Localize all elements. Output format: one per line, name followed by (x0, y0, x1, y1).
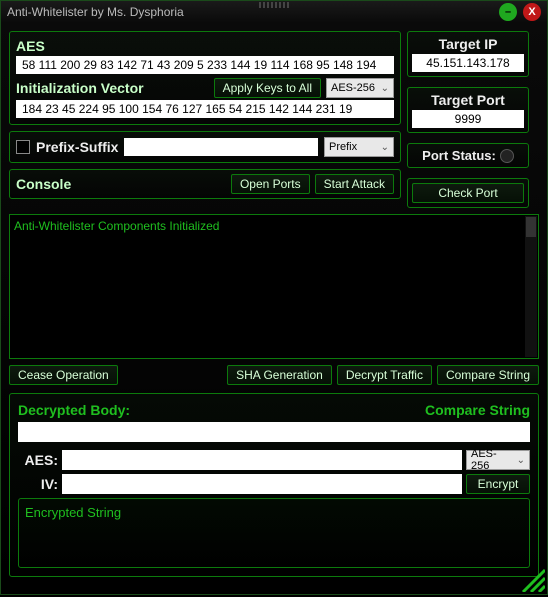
open-ports-button[interactable]: Open Ports (231, 174, 310, 194)
target-ip-input[interactable] (412, 54, 524, 72)
apply-keys-button[interactable]: Apply Keys to All (214, 78, 321, 98)
decrypted-body-input[interactable] (18, 422, 530, 442)
crypto-panel: Decrypted Body: Compare String AES: AES-… (9, 393, 539, 577)
encrypted-string-box: Encrypted String (18, 498, 530, 568)
aes-label: AES (16, 38, 394, 54)
encrypted-string-label: Encrypted String (25, 505, 121, 520)
prefix-label: Prefix-Suffix (36, 139, 118, 155)
prefix-input[interactable] (124, 138, 318, 156)
aes-key-input[interactable] (16, 56, 394, 74)
decrypted-body-label: Decrypted Body: (18, 402, 130, 418)
prefix-checkbox[interactable] (16, 140, 30, 154)
iv-input[interactable] (16, 100, 394, 118)
port-status-panel: Port Status: (407, 143, 529, 168)
crypto-aes-label: AES: (18, 452, 58, 468)
console-header: Console Open Ports Start Attack (9, 169, 401, 199)
minimize-button[interactable]: – (499, 3, 517, 21)
compare-string-button[interactable]: Compare String (437, 365, 539, 385)
decrypt-traffic-button[interactable]: Decrypt Traffic (337, 365, 432, 385)
aes-mode-select[interactable]: AES-256 (326, 78, 394, 98)
check-port-panel: Check Port (407, 178, 529, 208)
target-port-input[interactable] (412, 110, 524, 128)
aes-panel: AES Initialization Vector Apply Keys to … (9, 31, 401, 125)
cease-operation-button[interactable]: Cease Operation (9, 365, 118, 385)
encrypt-button[interactable]: Encrypt (466, 474, 530, 494)
app-window: Anti-Whitelister by Ms. Dysphoria – X AE… (0, 0, 548, 595)
crypto-iv-label: IV: (18, 476, 58, 492)
start-attack-button[interactable]: Start Attack (315, 174, 394, 194)
crypto-aes-input[interactable] (62, 450, 462, 470)
crypto-iv-input[interactable] (62, 474, 462, 494)
scrollbar-thumb[interactable] (526, 217, 536, 237)
prefix-panel: Prefix-Suffix Prefix (9, 131, 401, 163)
target-port-panel: Target Port (407, 87, 529, 133)
console-line: Anti-Whitelister Components Initialized (14, 219, 534, 233)
target-port-label: Target Port (412, 92, 524, 108)
port-status-lamp (500, 149, 514, 163)
target-ip-label: Target IP (412, 36, 524, 52)
console-label: Console (16, 176, 71, 192)
check-port-button[interactable]: Check Port (412, 183, 524, 203)
port-status-label: Port Status: (422, 148, 496, 163)
console-scrollbar[interactable] (525, 216, 537, 357)
crypto-aes-mode-select[interactable]: AES-256 (466, 450, 530, 470)
console-output[interactable]: Anti-Whitelister Components Initialized (9, 214, 539, 359)
titlebar-grip[interactable] (259, 2, 289, 8)
window-title: Anti-Whitelister by Ms. Dysphoria (7, 5, 184, 19)
iv-label: Initialization Vector (16, 80, 144, 96)
sha-generation-button[interactable]: SHA Generation (227, 365, 332, 385)
prefix-mode-select[interactable]: Prefix (324, 137, 394, 157)
compare-string-label: Compare String (425, 402, 530, 418)
close-button[interactable]: X (523, 3, 541, 21)
target-ip-panel: Target IP (407, 31, 529, 77)
